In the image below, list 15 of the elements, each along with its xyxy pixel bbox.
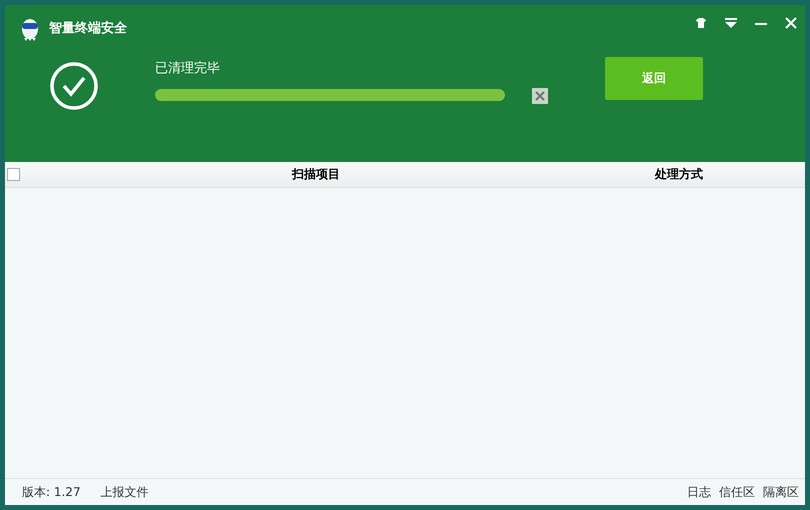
cancel-icon[interactable]: [532, 88, 548, 104]
version-text: 版本: 1.27: [22, 484, 81, 500]
column-header[interactable]: 处理方式: [655, 166, 703, 183]
window-title: 智量终端安全: [49, 20, 127, 37]
shirt-icon[interactable]: [695, 17, 707, 29]
close-icon[interactable]: [785, 17, 797, 29]
column-header[interactable]: 扫描项目: [292, 166, 340, 183]
select-all-checkbox[interactable]: [7, 168, 20, 181]
footer-link[interactable]: 信任区: [719, 484, 755, 500]
menu-icon[interactable]: [725, 17, 737, 29]
footer-link[interactable]: 隔离区: [763, 484, 799, 500]
report-link[interactable]: 上报文件: [100, 484, 149, 500]
checkmark-circle-icon: [49, 61, 99, 111]
footer-link[interactable]: 日志: [687, 484, 711, 500]
status-text: 已清理完毕: [155, 60, 221, 77]
